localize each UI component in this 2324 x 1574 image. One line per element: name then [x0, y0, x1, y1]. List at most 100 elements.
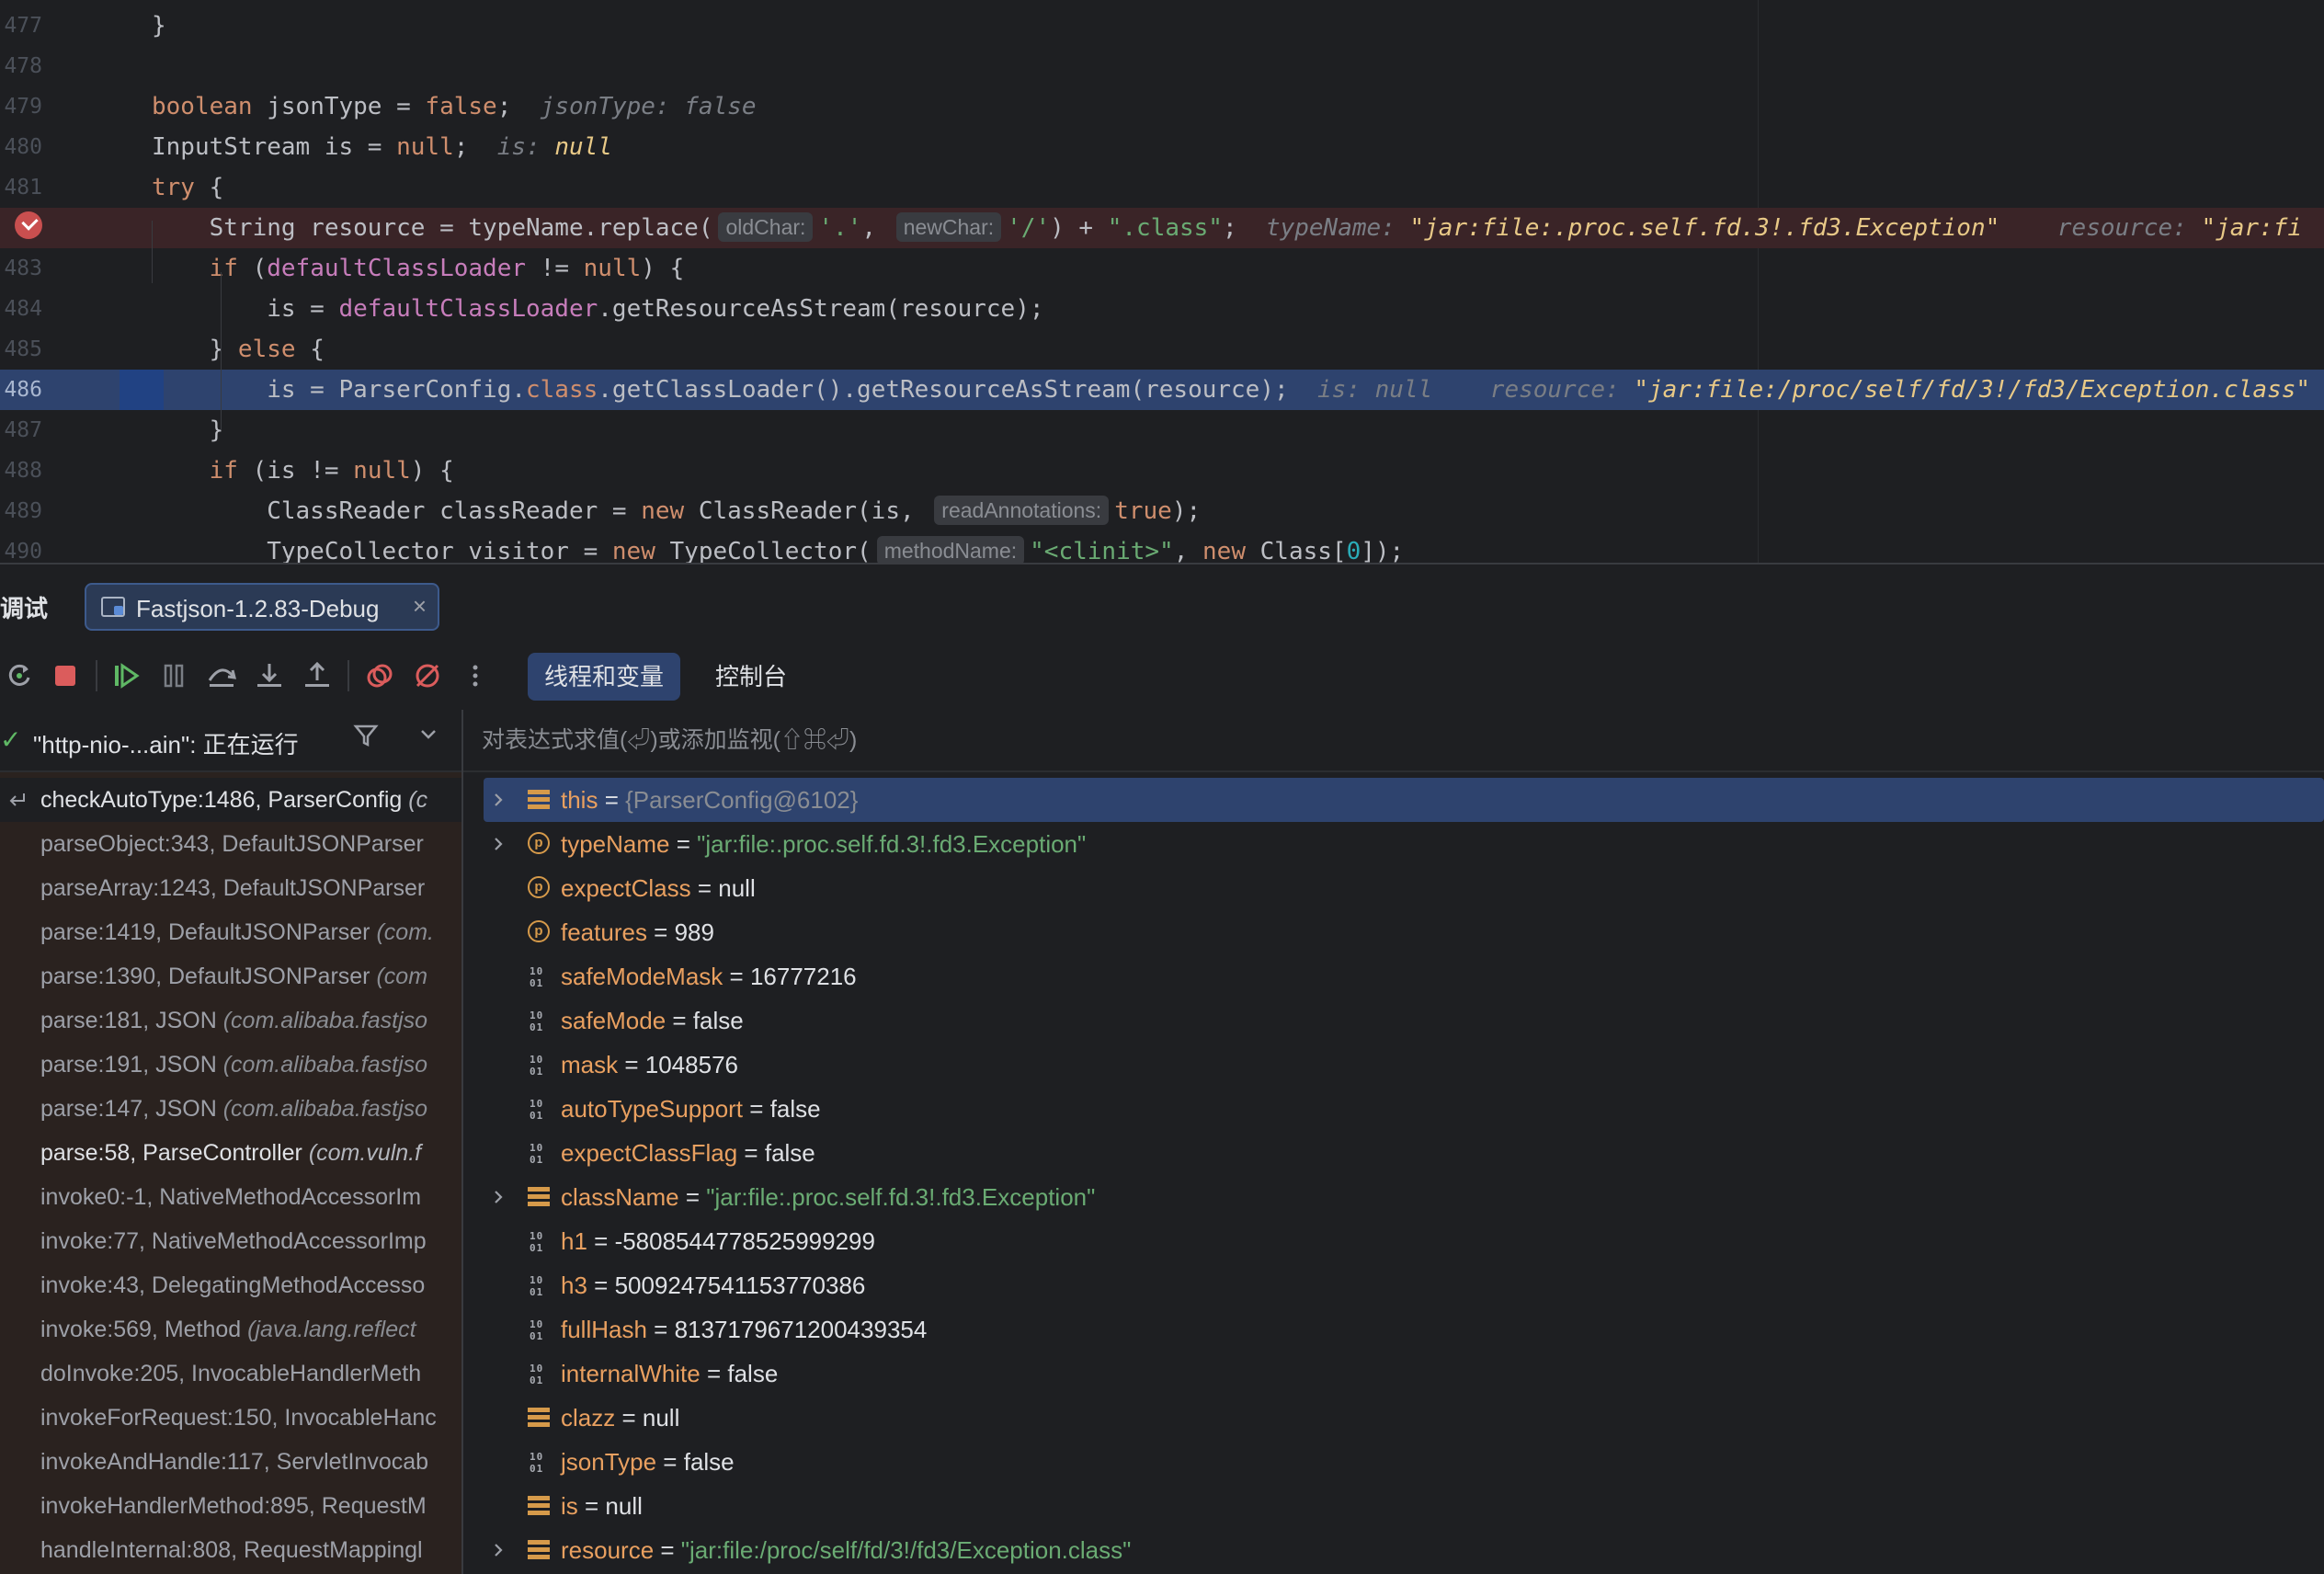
line-number: 489	[4, 499, 42, 523]
variable-row[interactable]: 10 01 safeMode = false	[484, 998, 2324, 1043]
code-line[interactable]: 484 is = defaultClassLoader.getResourceA…	[0, 289, 2324, 329]
code-token: if	[209, 255, 238, 282]
variable-row[interactable]: 10 01 safeModeMask = 16777216	[484, 954, 2324, 998]
variable-row[interactable]: resource = "jar:file:/proc/self/fd/3!/fd…	[484, 1528, 2324, 1572]
code-token: ".class"	[1107, 214, 1223, 242]
chevron-right-icon[interactable]	[489, 822, 511, 869]
tab-console[interactable]: 控制台	[699, 653, 803, 701]
chevron-right-icon[interactable]	[489, 1175, 511, 1222]
frame-method: parseArray:1243, DefaultJSONParser	[40, 875, 426, 901]
stack-frame[interactable]: parseObject:343, DefaultJSONParser	[0, 822, 461, 866]
stack-frame[interactable]: checkAutoType:1486, ParserConfig (c	[0, 778, 461, 822]
code-line[interactable]: 477}	[0, 6, 2324, 46]
stack-frame[interactable]: parse:1390, DefaultJSONParser (com	[0, 954, 461, 998]
code-line[interactable]: 483 if (defaultClassLoader != null) {	[0, 248, 2324, 289]
code-line[interactable]: String resource = typeName.replace(oldCh…	[0, 208, 2324, 248]
variable-row[interactable]: 10 01 h1 = -5808544778525999299	[484, 1219, 2324, 1263]
code-line[interactable]: 485 } else {	[0, 329, 2324, 370]
chevron-right-icon[interactable]	[489, 1528, 511, 1574]
stack-frame[interactable]: parse:58, ParseController (com.vuln.f	[0, 1131, 461, 1175]
code-line[interactable]: 489 ClassReader classReader = new ClassR…	[0, 491, 2324, 531]
close-icon[interactable]: ×	[413, 592, 427, 621]
inline-value-hint: typeName:	[1265, 214, 1410, 242]
stack-frame[interactable]: invokeHandlerMethod:895, RequestM	[0, 1484, 461, 1528]
equals-sign: =	[598, 786, 626, 814]
variable-value: false	[683, 1448, 735, 1476]
frames-list[interactable]: checkAutoType:1486, ParserConfig (c parse…	[0, 772, 461, 1574]
code-line[interactable]: 481 try {	[0, 167, 2324, 208]
stack-frame[interactable]: invoke0:-1, NativeMethodAccessorIm	[0, 1175, 461, 1219]
step-into-icon[interactable]	[254, 660, 285, 691]
code-token: !=	[526, 255, 584, 282]
stack-frame[interactable]: invoke:43, DelegatingMethodAccesso	[0, 1263, 461, 1307]
stack-frame[interactable]: parseArray:1243, DefaultJSONParser	[0, 866, 461, 910]
step-out-icon[interactable]	[302, 660, 333, 691]
code-line[interactable]: 480 InputStream is = null; is: null	[0, 127, 2324, 167]
thread-selector[interactable]: ✓ "http-nio-...ain": 正在运行	[0, 710, 463, 772]
variable-value: "jar:file:/proc/self/fd/3!/fd3/Exception…	[680, 1536, 1132, 1564]
variable-row[interactable]: 10 01 internalWhite = false	[484, 1352, 2324, 1396]
stack-frame[interactable]: invoke:569, Method (java.lang.reflect	[0, 1307, 461, 1352]
variable-text: expectClass = null	[561, 866, 756, 910]
rerun-icon[interactable]	[4, 660, 35, 691]
stop-icon[interactable]	[50, 660, 81, 691]
step-over-icon[interactable]	[206, 660, 237, 691]
code-line[interactable]: 488 if (is != null) {	[0, 451, 2324, 491]
variable-row[interactable]: clazz = null	[484, 1396, 2324, 1440]
variable-row[interactable]: p expectClass = null	[484, 866, 2324, 910]
variable-row[interactable]: 10 01 h3 = 5009247541153770386	[484, 1263, 2324, 1307]
parameter-hint: readAnnotations:	[934, 495, 1110, 525]
svg-text:01: 01	[530, 1242, 543, 1253]
code-token: ClassReader classReader =	[152, 497, 642, 525]
stack-frame[interactable]: invoke:77, NativeMethodAccessorImp	[0, 1219, 461, 1263]
chevron-right-icon[interactable]	[489, 778, 511, 825]
debug-session-tab[interactable]: Fastjson-1.2.83-Debug ×	[85, 583, 439, 631]
pause-icon[interactable]	[158, 660, 189, 691]
view-breakpoints-icon[interactable]	[364, 660, 395, 691]
variable-value: 16777216	[749, 963, 857, 990]
stack-frame[interactable]: parse:1419, DefaultJSONParser (com.	[0, 910, 461, 954]
tab-threads-and-variables[interactable]: 线程和变量	[528, 653, 681, 701]
more-icon[interactable]	[460, 660, 491, 691]
variable-row[interactable]: p features = 989	[484, 910, 2324, 954]
code-editor[interactable]: 477} 478 479 boolean jsonType = false; json…	[0, 0, 2324, 563]
variable-row[interactable]: 10 01 fullHash = 8137179671200439354	[484, 1307, 2324, 1352]
variable-value: null	[642, 1404, 680, 1431]
stack-frame[interactable]: handleInternal:808, RequestMappingl	[0, 1528, 461, 1572]
code-line[interactable]: 479 boolean jsonType = false; jsonType: f…	[0, 86, 2324, 127]
code-token: defaultClassLoader	[267, 255, 527, 282]
code-token: Class[	[1245, 538, 1347, 563]
stack-frame[interactable]: parse:181, JSON (com.alibaba.fastjso	[0, 998, 461, 1043]
frame-method: invoke0:-1, NativeMethodAccessorIm	[40, 1184, 422, 1210]
code-line[interactable]: 486 is = ParserConfig.class.getClassLoad…	[0, 370, 2324, 410]
thread-name[interactable]: "http-nio-...ain": 正在运行	[33, 726, 299, 760]
stack-frame[interactable]: parse:147, JSON (com.alibaba.fastjso	[0, 1087, 461, 1131]
stack-frame[interactable]: doInvoke:205, InvocableHandlerMeth	[0, 1352, 461, 1396]
filter-icon[interactable]	[353, 723, 379, 755]
stack-frame[interactable]: invokeAndHandle:117, ServletInvocab	[0, 1440, 461, 1484]
variables-tree[interactable]: this = {ParserConfig@6102} p typeName = "j…	[463, 772, 2324, 1574]
breakpoint-icon[interactable]	[15, 211, 42, 239]
variable-row[interactable]: 10 01 mask = 1048576	[484, 1043, 2324, 1087]
variable-row[interactable]: p typeName = "jar:file:.proc.self.fd.3!.f…	[484, 822, 2324, 866]
code-text: InputStream is = null; is: null	[152, 127, 612, 167]
frame-method: parse:1390, DefaultJSONParser	[40, 964, 370, 989]
variable-row[interactable]: 10 01 expectClassFlag = false	[484, 1131, 2324, 1175]
code-line[interactable]: 478	[0, 46, 2324, 86]
variable-row[interactable]: 10 01 autoTypeSupport = false	[484, 1087, 2324, 1131]
code-token: (	[237, 255, 268, 282]
line-number: 478	[4, 54, 42, 78]
variable-row[interactable]: className = "jar:file:.proc.self.fd.3!.f…	[484, 1175, 2324, 1219]
mute-breakpoints-icon[interactable]	[412, 660, 443, 691]
stack-frame[interactable]: parse:191, JSON (com.alibaba.fastjso	[0, 1043, 461, 1087]
stack-frame[interactable]: invokeForRequest:150, InvocableHanc	[0, 1396, 461, 1440]
code-line[interactable]: 487 }	[0, 410, 2324, 451]
resume-icon[interactable]	[110, 660, 142, 691]
chevron-down-icon[interactable]	[417, 723, 439, 751]
evaluate-expression-input[interactable]	[480, 719, 2230, 761]
variable-row[interactable]: 10 01 jsonType = false	[484, 1440, 2324, 1484]
code-line[interactable]: 490 TypeCollector visitor = new TypeColl…	[0, 531, 2324, 563]
variable-row[interactable]: is = null	[484, 1484, 2324, 1528]
code-token: }	[152, 416, 224, 444]
variable-row[interactable]: this = {ParserConfig@6102}	[484, 778, 2324, 822]
